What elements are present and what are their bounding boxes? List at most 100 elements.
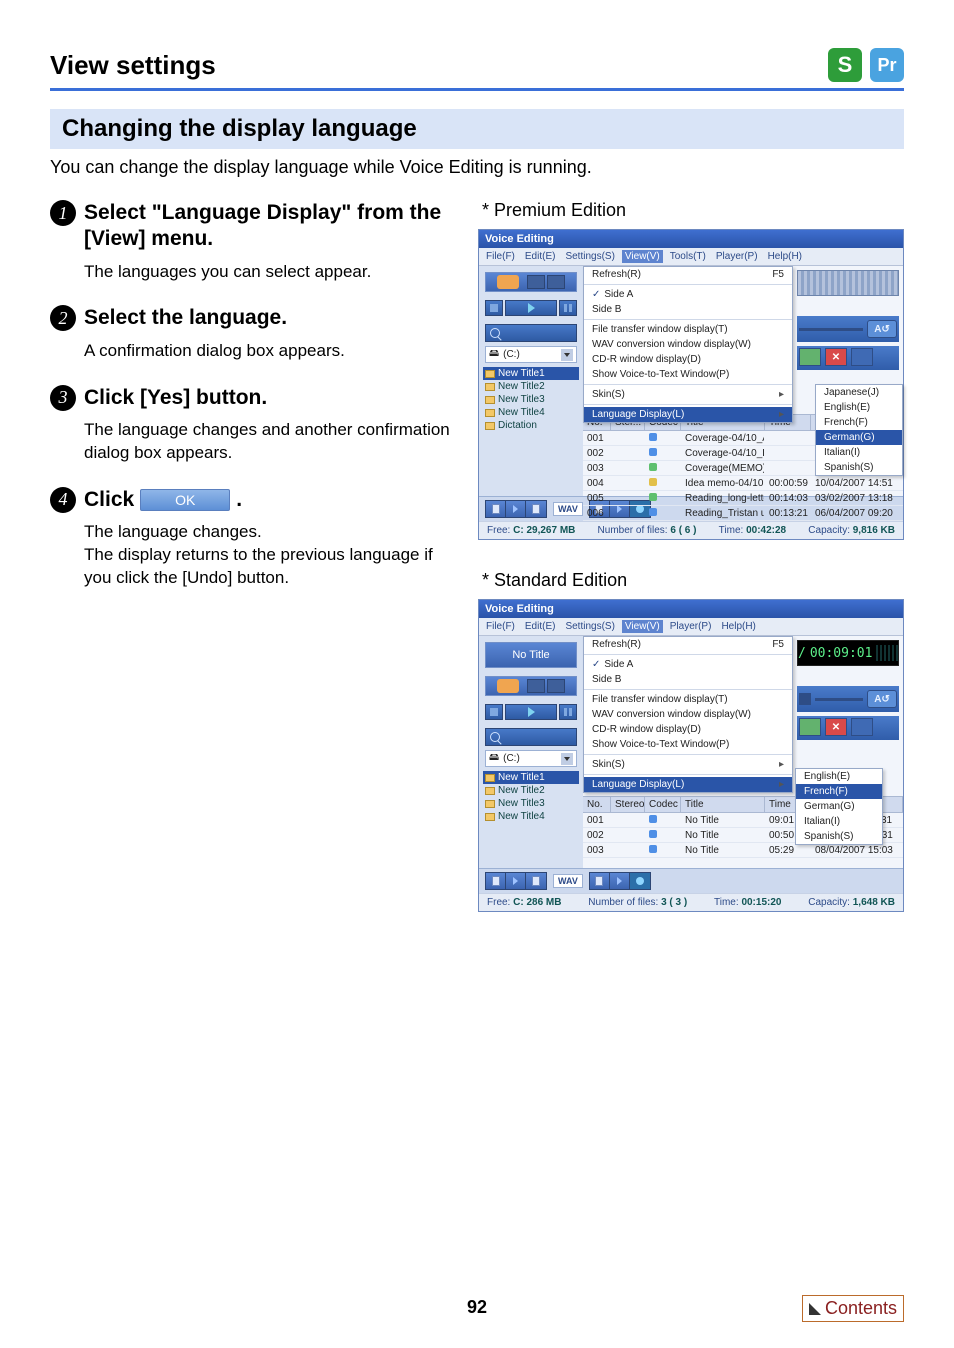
footer-tab-1[interactable]	[485, 500, 547, 518]
table-row[interactable]: 006Reading_Tristan u...00:13:2106/04/200…	[583, 506, 903, 521]
col-no[interactable]: No.	[583, 797, 611, 812]
col-codec[interactable]: Codec	[645, 797, 681, 812]
menu-tools[interactable]: Tools(T)	[667, 250, 709, 263]
prev-icon[interactable]	[799, 693, 811, 705]
footer-tab-1[interactable]	[485, 872, 547, 890]
refresh-icon[interactable]	[497, 275, 519, 289]
contents-link[interactable]: Contents	[802, 1295, 904, 1322]
menu-edit[interactable]: Edit(E)	[522, 250, 559, 263]
player-icon-row[interactable]: ✕	[797, 346, 899, 370]
menu-wav-conversion[interactable]: WAV conversion window display(W)	[584, 337, 792, 352]
menu-voice-to-text[interactable]: Show Voice-to-Text Window(P)	[584, 737, 792, 752]
lang-english[interactable]: English(E)	[796, 769, 882, 784]
col-stereo[interactable]: Stereo	[611, 797, 645, 812]
tree-item[interactable]: Dictation	[485, 419, 579, 432]
menu-language-display[interactable]: Language Display(L)	[584, 407, 792, 422]
menu-side-b[interactable]: Side B	[584, 302, 792, 317]
menu-file-transfer[interactable]: File transfer window display(T)	[584, 322, 792, 337]
language-submenu[interactable]: Japanese(J) English(E) French(F) German(…	[815, 384, 903, 476]
search-row[interactable]	[485, 728, 577, 746]
col-title[interactable]: Title	[681, 797, 765, 812]
repeat-button[interactable]: A↺	[867, 690, 897, 708]
tree-item[interactable]: New Title4	[485, 810, 579, 823]
lang-french[interactable]: French(F)	[816, 415, 902, 430]
menu-view[interactable]: View(V)	[622, 620, 663, 633]
menu-help[interactable]: Help(H)	[718, 620, 758, 633]
tree-item[interactable]: New Title2	[485, 784, 579, 797]
lang-french[interactable]: French(F)	[796, 784, 882, 799]
settings-icon[interactable]	[851, 718, 873, 736]
chevron-down-icon[interactable]	[561, 349, 573, 361]
sidebar-toolbar[interactable]	[485, 676, 577, 696]
side-toggle-icon[interactable]	[527, 275, 565, 289]
lang-spanish[interactable]: Spanish(S)	[816, 460, 902, 475]
delete-icon[interactable]: ✕	[825, 348, 847, 366]
tree-item[interactable]: New Title3	[485, 393, 579, 406]
lang-german[interactable]: German(G)	[816, 430, 902, 445]
repeat-button[interactable]: A↺	[867, 320, 897, 338]
folder-tree[interactable]: New Title1 New Title2 New Title3 New Tit…	[485, 771, 579, 823]
standard-footer-tabs[interactable]: WAV	[479, 868, 903, 893]
menu-settings[interactable]: Settings(S)	[562, 250, 617, 263]
edit-icon[interactable]	[799, 348, 821, 366]
chevron-down-icon[interactable]	[561, 753, 573, 765]
menu-skin[interactable]: Skin(S)	[584, 387, 792, 402]
menu-side-a[interactable]: Side A	[584, 287, 792, 302]
player-slider-row[interactable]: A↺	[797, 686, 899, 712]
view-menu-dropdown[interactable]: Refresh(R)F5 Side A Side B File transfer…	[583, 266, 793, 423]
menu-language-display[interactable]: Language Display(L)	[584, 777, 792, 792]
language-submenu[interactable]: English(E) French(F) German(G) Italian(I…	[795, 768, 883, 845]
pause-button[interactable]	[559, 300, 577, 316]
stop-button[interactable]	[485, 300, 503, 316]
menu-skin[interactable]: Skin(S)	[584, 757, 792, 772]
lang-japanese[interactable]: Japanese(J)	[816, 385, 902, 400]
lang-english[interactable]: English(E)	[816, 400, 902, 415]
menu-refresh[interactable]: Refresh(R)F5	[584, 637, 792, 652]
stop-button[interactable]	[485, 704, 503, 720]
menu-player[interactable]: Player(P)	[667, 620, 715, 633]
menu-help[interactable]: Help(H)	[765, 250, 805, 263]
search-row[interactable]	[485, 324, 577, 342]
lang-german[interactable]: German(G)	[796, 799, 882, 814]
menu-settings[interactable]: Settings(S)	[562, 620, 617, 633]
menu-side-b[interactable]: Side B	[584, 672, 792, 687]
menu-file[interactable]: File(F)	[483, 250, 518, 263]
player-icon-row[interactable]: ✕	[797, 716, 899, 740]
menu-cdr-window[interactable]: CD-R window display(D)	[584, 352, 792, 367]
menu-cdr-window[interactable]: CD-R window display(D)	[584, 722, 792, 737]
lang-italian[interactable]: Italian(I)	[796, 814, 882, 829]
lang-italian[interactable]: Italian(I)	[816, 445, 902, 460]
menu-view[interactable]: View(V)	[622, 250, 663, 263]
menu-file-transfer[interactable]: File transfer window display(T)	[584, 692, 792, 707]
edit-icon[interactable]	[799, 718, 821, 736]
footer-tab-2[interactable]	[589, 872, 651, 890]
menu-player[interactable]: Player(P)	[713, 250, 761, 263]
table-row[interactable]: 003No Title05:2908/04/2007 15:03	[583, 843, 903, 858]
ok-button[interactable]: OK	[140, 489, 230, 511]
pause-button[interactable]	[559, 704, 577, 720]
table-row[interactable]: 005Reading_long-letter00:14:0303/02/2007…	[583, 491, 903, 506]
standard-menubar[interactable]: File(F) Edit(E) Settings(S) View(V) Play…	[479, 618, 903, 636]
premium-menubar[interactable]: File(F) Edit(E) Settings(S) View(V) Tool…	[479, 248, 903, 266]
menu-edit[interactable]: Edit(E)	[522, 620, 559, 633]
menu-voice-to-text[interactable]: Show Voice-to-Text Window(P)	[584, 367, 792, 382]
player-slider-row[interactable]: A↺	[797, 316, 899, 342]
menu-refresh[interactable]: Refresh(R)F5	[584, 267, 792, 282]
refresh-icon[interactable]	[497, 679, 519, 693]
delete-icon[interactable]: ✕	[825, 718, 847, 736]
play-button[interactable]	[505, 704, 557, 720]
lang-spanish[interactable]: Spanish(S)	[796, 829, 882, 844]
playback-controls[interactable]	[485, 300, 577, 316]
menu-wav-conversion[interactable]: WAV conversion window display(W)	[584, 707, 792, 722]
drive-selector[interactable]: 🖴 (C:)	[485, 346, 577, 363]
tree-item[interactable]: New Title3	[485, 797, 579, 810]
settings-icon[interactable]	[851, 348, 873, 366]
view-menu-dropdown[interactable]: Refresh(R)F5 Side A Side B File transfer…	[583, 636, 793, 793]
sidebar-toolbar[interactable]	[485, 272, 577, 292]
tree-item[interactable]: New Title4	[485, 406, 579, 419]
table-row[interactable]: 004Idea memo-04/1000:00:5910/04/2007 14:…	[583, 476, 903, 491]
side-toggle-icon[interactable]	[527, 679, 565, 693]
folder-tree[interactable]: New Title1 New Title2 New Title3 New Tit…	[485, 367, 579, 432]
tree-item[interactable]: New Title1	[483, 771, 579, 784]
drive-selector[interactable]: 🖴 (C:)	[485, 750, 577, 767]
